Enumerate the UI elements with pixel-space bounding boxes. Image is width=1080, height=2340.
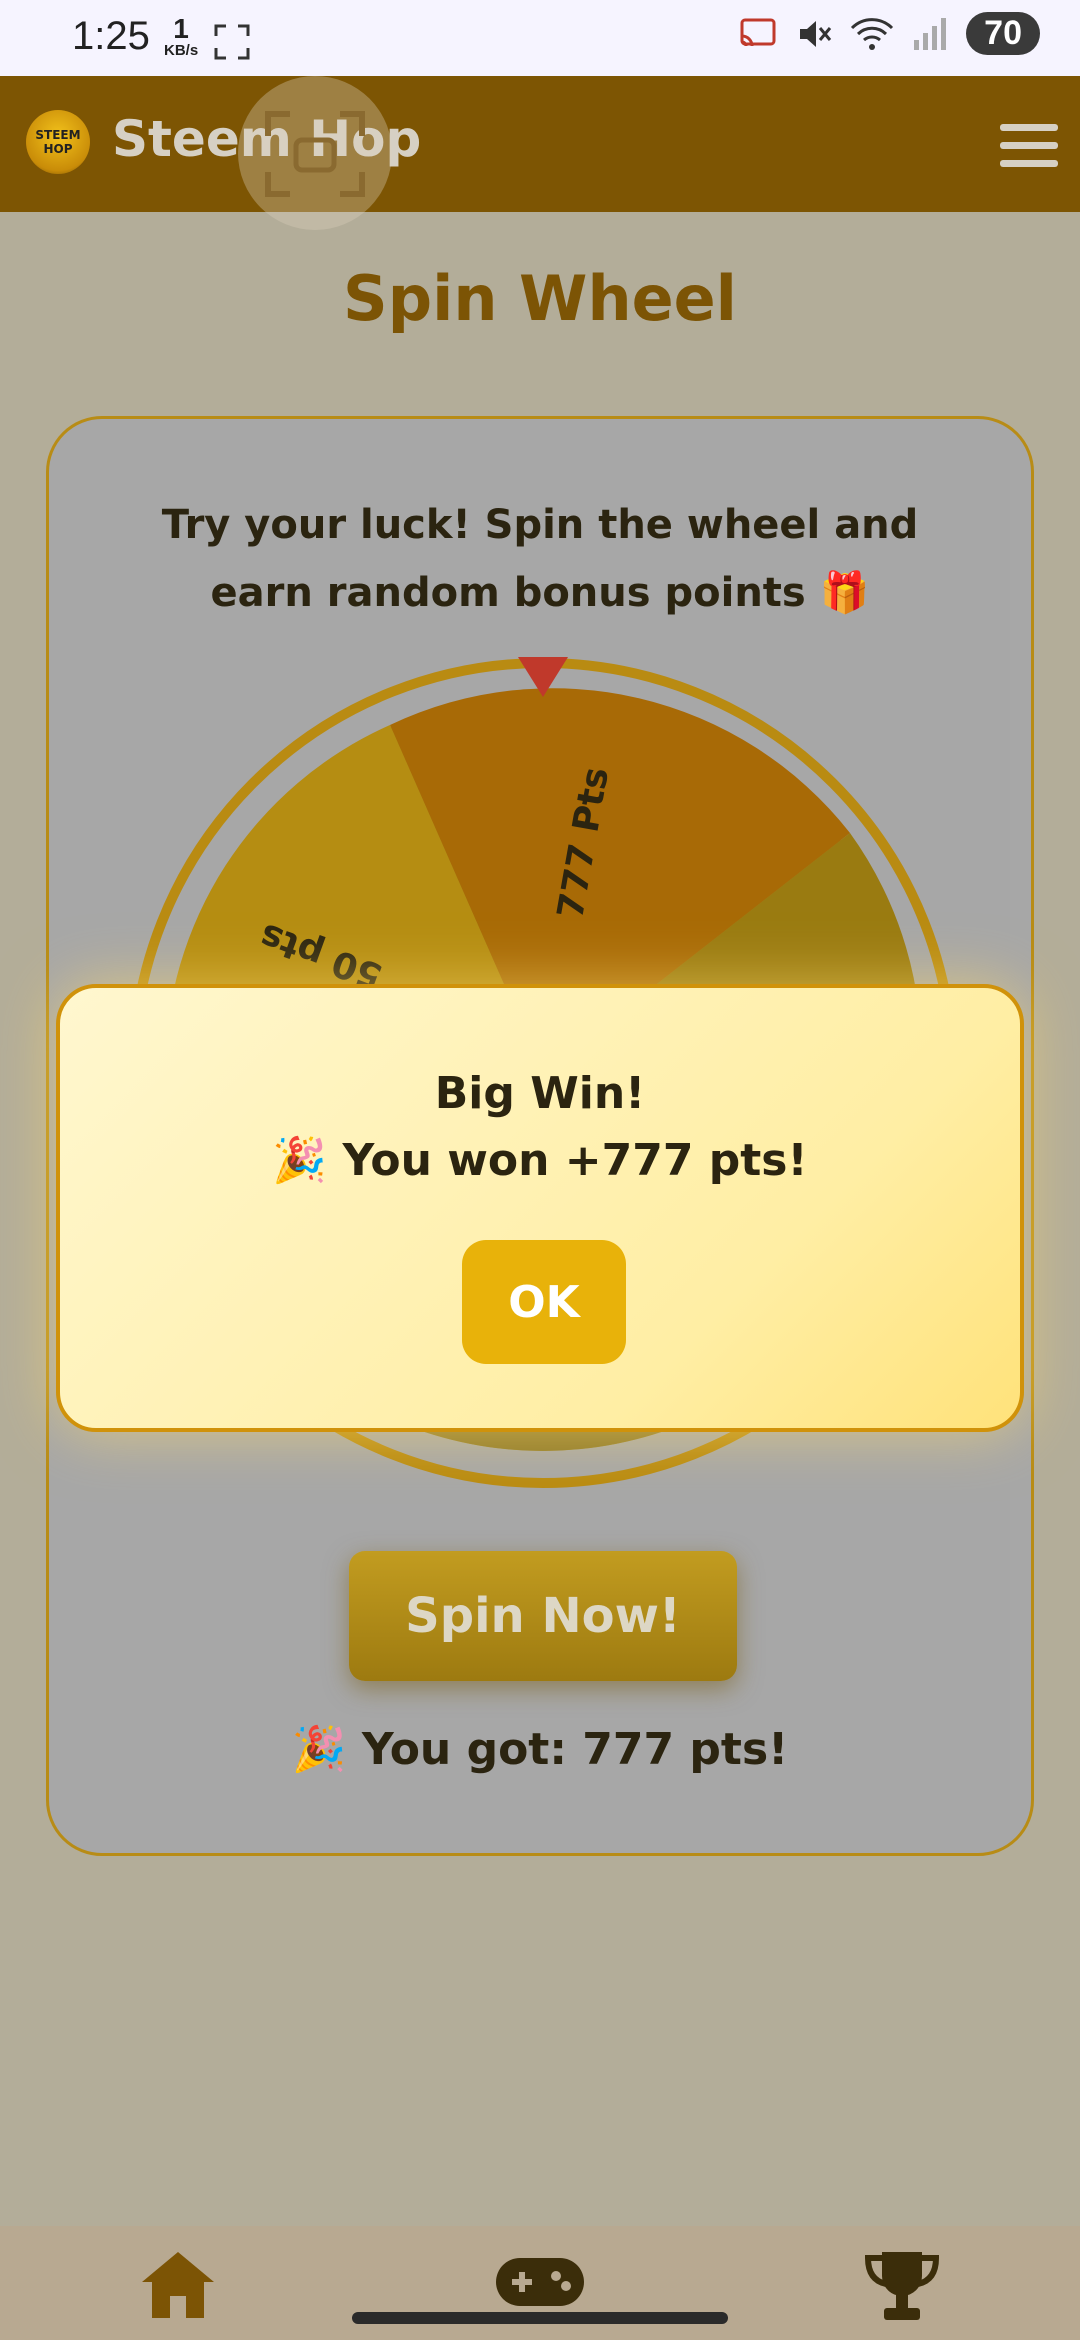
network-speed: 1 KB/s bbox=[164, 15, 199, 62]
dialog-title: Big Win! bbox=[434, 1068, 646, 1119]
app-logo[interactable]: STEEM HOP bbox=[26, 110, 90, 174]
app-logo-text: STEEM HOP bbox=[35, 128, 81, 156]
signal-icon bbox=[914, 17, 947, 50]
card-intro: Try your luck! Spin the wheel and earn r… bbox=[161, 502, 919, 616]
dialog-message: 🎉 You won +777 pts! bbox=[272, 1135, 808, 1186]
menu-icon[interactable] bbox=[1000, 124, 1058, 168]
spin-result: 🎉 You got: 777 pts! bbox=[291, 1724, 789, 1775]
screen-capture-overlay[interactable] bbox=[238, 76, 392, 230]
cast-icon bbox=[740, 18, 776, 46]
status-icons: 70 bbox=[738, 12, 1040, 55]
trophy-icon[interactable] bbox=[862, 2246, 942, 2326]
home-icon[interactable] bbox=[138, 2248, 218, 2320]
battery-indicator: 70 bbox=[966, 12, 1040, 55]
fullscreen-icon bbox=[214, 24, 250, 60]
spin-now-button[interactable]: Spin Now! bbox=[349, 1551, 737, 1681]
win-dialog: Big Win! 🎉 You won +777 pts! OK bbox=[56, 984, 1024, 1432]
ok-button[interactable]: OK bbox=[462, 1240, 626, 1364]
wifi-icon bbox=[851, 17, 894, 50]
gesture-bar[interactable] bbox=[352, 2312, 728, 2324]
app-header: STEEM HOP Steem Hop bbox=[0, 76, 1080, 212]
status-time: 1:25 bbox=[72, 14, 150, 58]
network-speed-unit: KB/s bbox=[164, 42, 199, 59]
screenshot-icon bbox=[265, 111, 365, 197]
page-title: Spin Wheel bbox=[343, 262, 737, 335]
status-bar: 1:25 1 KB/s 70 bbox=[0, 0, 1080, 76]
gamepad-icon[interactable] bbox=[494, 2254, 586, 2310]
mute-icon bbox=[800, 20, 832, 47]
